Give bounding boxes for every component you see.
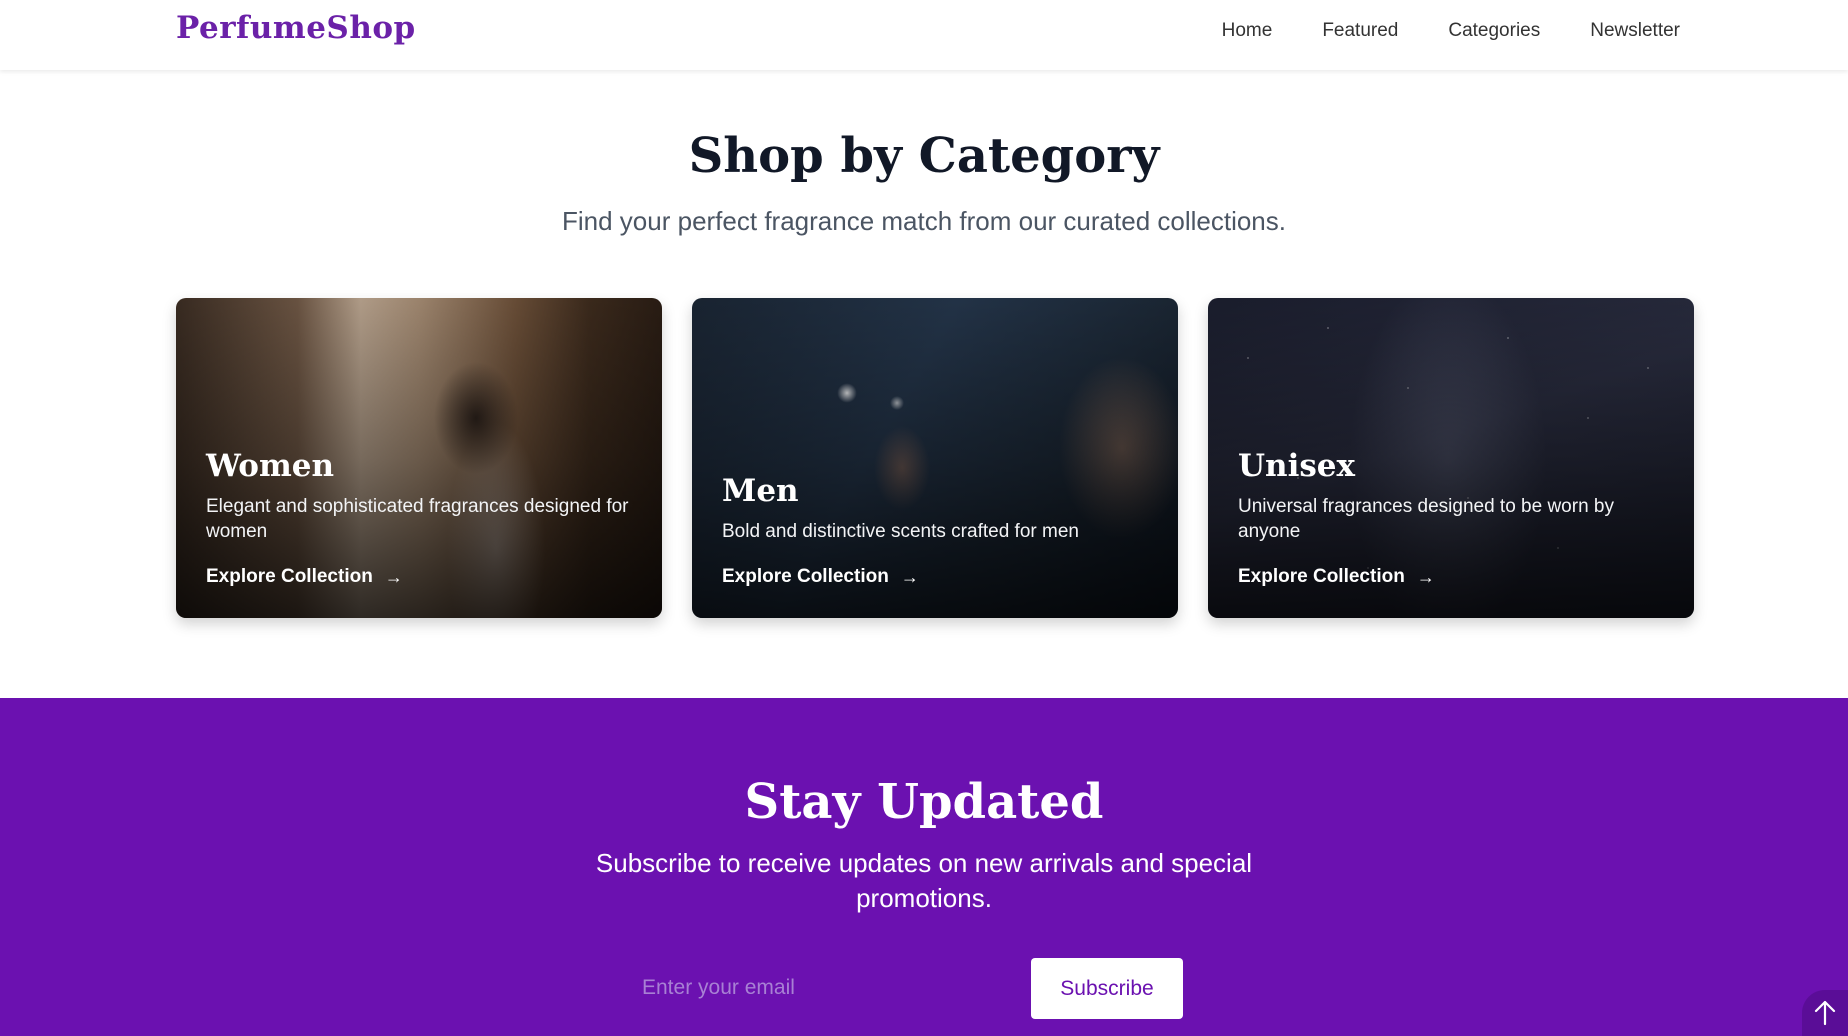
arrow-up-icon xyxy=(1814,1000,1836,1026)
card-title: Men xyxy=(722,473,799,509)
arrow-right-icon: → xyxy=(1416,566,1435,587)
category-card-unisex[interactable]: Unisex Universal fragrances designed to … xyxy=(1208,298,1694,618)
scroll-to-top-button[interactable] xyxy=(1802,990,1848,1036)
category-card-men[interactable]: Men Bold and distinctive scents crafted … xyxy=(692,298,1178,618)
card-description: Bold and distinctive scents crafted for … xyxy=(722,521,1079,542)
nav-newsletter[interactable]: Newsletter xyxy=(1590,20,1680,42)
explore-collection-link[interactable]: Explore Collection → xyxy=(1238,566,1435,588)
card-description: Universal fragrances designed to be worn… xyxy=(1238,496,1614,542)
category-section-title: Shop by Category xyxy=(688,128,1160,184)
email-input[interactable] xyxy=(624,958,1024,1018)
nav-home[interactable]: Home xyxy=(1222,20,1273,42)
explore-collection-link[interactable]: Explore Collection → xyxy=(722,566,919,588)
link-label: Explore Collection xyxy=(1238,566,1405,587)
explore-collection-link[interactable]: Explore Collection → xyxy=(206,566,403,588)
nav-featured[interactable]: Featured xyxy=(1322,20,1398,42)
subscribe-button[interactable]: Subscribe xyxy=(1031,958,1183,1019)
arrow-right-icon: → xyxy=(900,566,919,587)
main-nav: Home Featured Categories Newsletter xyxy=(1222,20,1680,42)
link-label: Explore Collection xyxy=(722,566,889,587)
card-title: Unisex xyxy=(1238,448,1356,484)
card-title: Women xyxy=(206,448,335,484)
category-card-women[interactable]: Women Elegant and sophisticated fragranc… xyxy=(176,298,662,618)
newsletter-subtitle: Subscribe to receive updates on new arri… xyxy=(595,848,1253,913)
arrow-right-icon: → xyxy=(384,566,403,587)
category-section-subtitle: Find your perfect fragrance match from o… xyxy=(562,206,1286,236)
link-label: Explore Collection xyxy=(206,566,373,587)
newsletter-title: Stay Updated xyxy=(744,774,1104,830)
category-cards: Women Elegant and sophisticated fragranc… xyxy=(176,298,1694,618)
logo[interactable]: PerfumeShop xyxy=(176,10,416,46)
newsletter-section: Stay Updated Subscribe to receive update… xyxy=(0,698,1848,1036)
nav-categories[interactable]: Categories xyxy=(1448,20,1540,42)
card-description: Elegant and sophisticated fragrances des… xyxy=(206,496,629,542)
site-header: PerfumeShop Home Featured Categories New… xyxy=(0,0,1848,70)
